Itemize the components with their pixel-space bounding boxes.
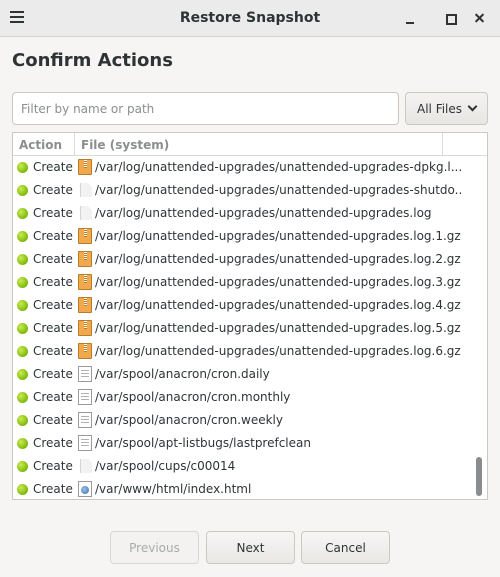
row-path: /var/log/unattended-upgrades/unattended-… [95,275,461,289]
status-dot-icon [17,438,28,449]
row-path: /var/log/unattended-upgrades/unattended-… [95,206,432,220]
row-action: Create [33,160,73,174]
table-row[interactable]: Create/var/log/unattended-upgrades/unatt… [13,248,475,271]
row-path: /var/log/unattended-upgrades/unattended-… [95,321,461,335]
status-dot-icon [17,323,28,334]
row-action: Create [33,298,73,312]
row-action: Create [33,413,73,427]
row-action: Create [33,367,73,381]
blank-file-icon [78,182,92,198]
table-row[interactable]: Create/var/log/unattended-upgrades/unatt… [13,317,475,340]
status-dot-icon [17,300,28,311]
row-path: /var/spool/anacron/cron.monthly [95,390,291,404]
table-row[interactable]: Create/var/log/unattended-upgrades/unatt… [13,202,475,225]
status-dot-icon [17,254,28,265]
table-row[interactable]: Create/var/log/unattended-upgrades/unatt… [13,271,475,294]
table-row[interactable]: Create/var/spool/anacron/cron.weekly [13,409,475,432]
text-file-icon [78,389,92,405]
row-path: /var/www/html/index.html [95,482,252,496]
column-header-file[interactable]: File (system) [75,133,443,156]
archive-file-icon [78,228,92,244]
status-dot-icon [17,185,28,196]
window-title: Restore Snapshot [179,10,321,26]
file-filter-dropdown[interactable]: All Files [405,92,488,125]
archive-file-icon [78,297,92,313]
cancel-button[interactable]: Cancel [301,531,390,564]
status-dot-icon [17,162,28,173]
file-filter-label: All Files [417,102,463,116]
row-path: /var/log/unattended-upgrades/unattended-… [95,344,461,358]
row-action: Create [33,390,73,404]
text-file-icon [78,412,92,428]
row-path: /var/log/unattended-upgrades/unattended-… [95,183,463,197]
maximize-icon[interactable] [440,8,460,28]
row-path: /var/log/unattended-upgrades/unattended-… [95,252,461,266]
row-action: Create [33,229,73,243]
table-row[interactable]: Create/var/spool/cups/c00014 [13,455,475,478]
table-row[interactable]: Create/var/spool/anacron/cron.monthly [13,386,475,409]
row-path: /var/spool/anacron/cron.daily [95,367,270,381]
table-row[interactable]: Create/var/log/unattended-upgrades/unatt… [13,294,475,317]
row-action: Create [33,252,73,266]
row-action: Create [33,206,73,220]
status-dot-icon [17,415,28,426]
next-button[interactable]: Next [206,531,295,564]
status-dot-icon [17,461,28,472]
table-row[interactable]: Create/var/spool/anacron/cron.daily [13,363,475,386]
status-dot-icon [17,208,28,219]
text-file-icon [78,435,92,451]
close-icon[interactable] [470,8,490,28]
archive-file-icon [78,274,92,290]
row-action: Create [33,459,73,473]
row-action: Create [33,321,73,335]
row-path: /var/log/unattended-upgrades/unattended-… [95,229,461,243]
row-path: /var/spool/anacron/cron.weekly [95,413,283,427]
row-path: /var/spool/cups/c00014 [95,459,236,473]
html-file-icon [78,481,92,497]
archive-file-icon [78,251,92,267]
status-dot-icon [17,346,28,357]
chevron-down-icon [467,101,478,112]
column-header-action[interactable]: Action [13,133,75,156]
row-path: /var/spool/apt-listbugs/lastprefclean [95,436,311,450]
row-path: /var/log/unattended-upgrades/unattended-… [95,298,461,312]
title-bar: Restore Snapshot [0,0,500,37]
archive-file-icon [78,343,92,359]
table-row[interactable]: Create/var/log/unattended-upgrades/unatt… [13,225,475,248]
table-row[interactable]: Create/var/log/unattended-upgrades/unatt… [13,340,475,363]
blank-file-icon [78,205,92,221]
table-row[interactable]: Create/var/log/unattended-upgrades/unatt… [13,156,475,179]
row-action: Create [33,482,73,496]
blank-file-icon [78,458,92,474]
status-dot-icon [17,369,28,380]
page-title: Confirm Actions [12,50,173,71]
table-row[interactable]: Create/var/spool/apt-listbugs/lastprefcl… [13,432,475,455]
row-path: /var/log/unattended-upgrades/unattended-… [95,160,463,174]
row-action: Create [33,436,73,450]
text-file-icon [78,366,92,382]
vertical-scrollbar-thumb[interactable] [476,457,482,496]
minimize-icon[interactable] [400,8,420,28]
previous-button[interactable]: Previous [110,531,199,564]
row-action: Create [33,183,73,197]
row-action: Create [33,344,73,358]
status-dot-icon [17,231,28,242]
table-row[interactable]: Create/var/log/unattended-upgrades/unatt… [13,179,475,202]
status-dot-icon [17,392,28,403]
filter-input[interactable] [12,92,399,125]
status-dot-icon [17,277,28,288]
status-dot-icon [17,484,28,495]
table-row[interactable]: Create/var/www/html/index.html [13,478,475,499]
row-action: Create [33,275,73,289]
archive-file-icon [78,320,92,336]
table-header: Action File (system) [13,133,487,156]
archive-file-icon [78,159,92,175]
actions-table: Action File (system) Create/var/log/unat… [12,132,488,500]
